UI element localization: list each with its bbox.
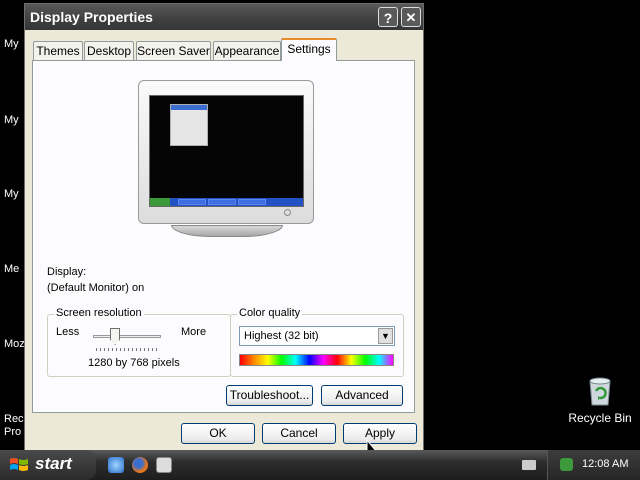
- title-bar[interactable]: Display Properties ? ✕: [25, 4, 423, 30]
- recycle-bin-label: Recycle Bin: [568, 411, 632, 425]
- desktop-icon-label-recent[interactable]: Rec: [4, 413, 24, 426]
- desktop-icon-label-my-network[interactable]: My: [4, 188, 19, 201]
- recycle-bin-desktop-icon[interactable]: Recycle Bin: [568, 375, 632, 425]
- desktop-icon-label-programs[interactable]: Pro: [4, 426, 21, 439]
- network-icon[interactable]: [560, 458, 573, 471]
- resolution-slider-track[interactable]: [93, 335, 161, 338]
- apply-button[interactable]: Apply: [343, 423, 417, 444]
- color-quality-group: Color quality Highest (32 bit) ▼: [230, 307, 404, 377]
- desktop-icon-label-my-documents[interactable]: My: [4, 38, 19, 51]
- display-value: (Default Monitor) on: [47, 282, 145, 294]
- display-label: Display:: [47, 266, 87, 278]
- internet-explorer-icon[interactable]: [108, 457, 124, 473]
- power-button-icon: [284, 209, 291, 216]
- monitor-screen: [149, 95, 304, 207]
- taskbar: start 12:08 AM: [0, 450, 640, 480]
- tab-desktop[interactable]: Desktop: [84, 41, 134, 60]
- display-info: Display: (Default Monitor) on: [47, 264, 144, 296]
- chevron-down-icon[interactable]: ▼: [378, 328, 393, 344]
- troubleshoot-button[interactable]: Troubleshoot...: [226, 385, 313, 406]
- resolution-value: 1280 by 768 pixels: [88, 357, 180, 369]
- windows-flag-icon: [10, 458, 28, 471]
- monitor-preview: [138, 80, 316, 237]
- tab-themes[interactable]: Themes: [33, 41, 83, 60]
- slider-ticks: [96, 348, 160, 351]
- desktop-icon-label-mozilla[interactable]: Moz: [4, 338, 25, 351]
- clock[interactable]: 12:08 AM: [582, 458, 628, 470]
- resolution-more-label: More: [181, 326, 207, 338]
- preview-start-button: [150, 198, 170, 206]
- resolution-slider-thumb[interactable]: [110, 328, 120, 345]
- resolution-less-label: Less: [56, 326, 80, 338]
- screen-resolution-label: Screen resolution: [54, 307, 144, 319]
- color-quality-value: Highest (32 bit): [244, 330, 319, 342]
- preview-window: [170, 104, 208, 146]
- cancel-button[interactable]: Cancel: [262, 423, 336, 444]
- tab-appearance[interactable]: Appearance: [213, 41, 281, 60]
- desktop-icon-label-media[interactable]: Me: [4, 263, 19, 276]
- show-desktop-icon[interactable]: [156, 457, 172, 473]
- advanced-button[interactable]: Advanced: [321, 385, 403, 406]
- desktop-icon-label-my-computer[interactable]: My: [4, 114, 19, 127]
- display-properties-dialog: Display Properties ? ✕ Themes Desktop Sc…: [24, 3, 424, 451]
- color-quality-select[interactable]: Highest (32 bit) ▼: [239, 326, 395, 346]
- tab-screen-saver[interactable]: Screen Saver: [136, 41, 211, 60]
- close-button[interactable]: ✕: [401, 7, 421, 27]
- firefox-icon[interactable]: [132, 457, 148, 473]
- recycle-bin-icon: [586, 375, 614, 407]
- help-button[interactable]: ?: [378, 7, 398, 27]
- preview-task: [238, 199, 266, 205]
- preview-task: [208, 199, 236, 205]
- start-label: start: [35, 454, 72, 473]
- ok-button[interactable]: OK: [181, 423, 255, 444]
- color-spectrum-bar: [239, 354, 394, 366]
- system-tray: 12:08 AM: [547, 450, 640, 480]
- screen-resolution-group: Screen resolution Less More 1280 by 768 …: [47, 307, 231, 377]
- keyboard-icon[interactable]: [522, 460, 536, 470]
- preview-task: [178, 199, 206, 205]
- monitor-stand: [171, 225, 283, 237]
- settings-panel: Display: (Default Monitor) on Screen res…: [32, 60, 415, 413]
- window-title: Display Properties: [30, 9, 153, 25]
- color-quality-label: Color quality: [237, 307, 303, 319]
- monitor-bezel: [138, 80, 314, 224]
- start-button[interactable]: start: [0, 450, 96, 480]
- tab-settings[interactable]: Settings: [281, 38, 337, 61]
